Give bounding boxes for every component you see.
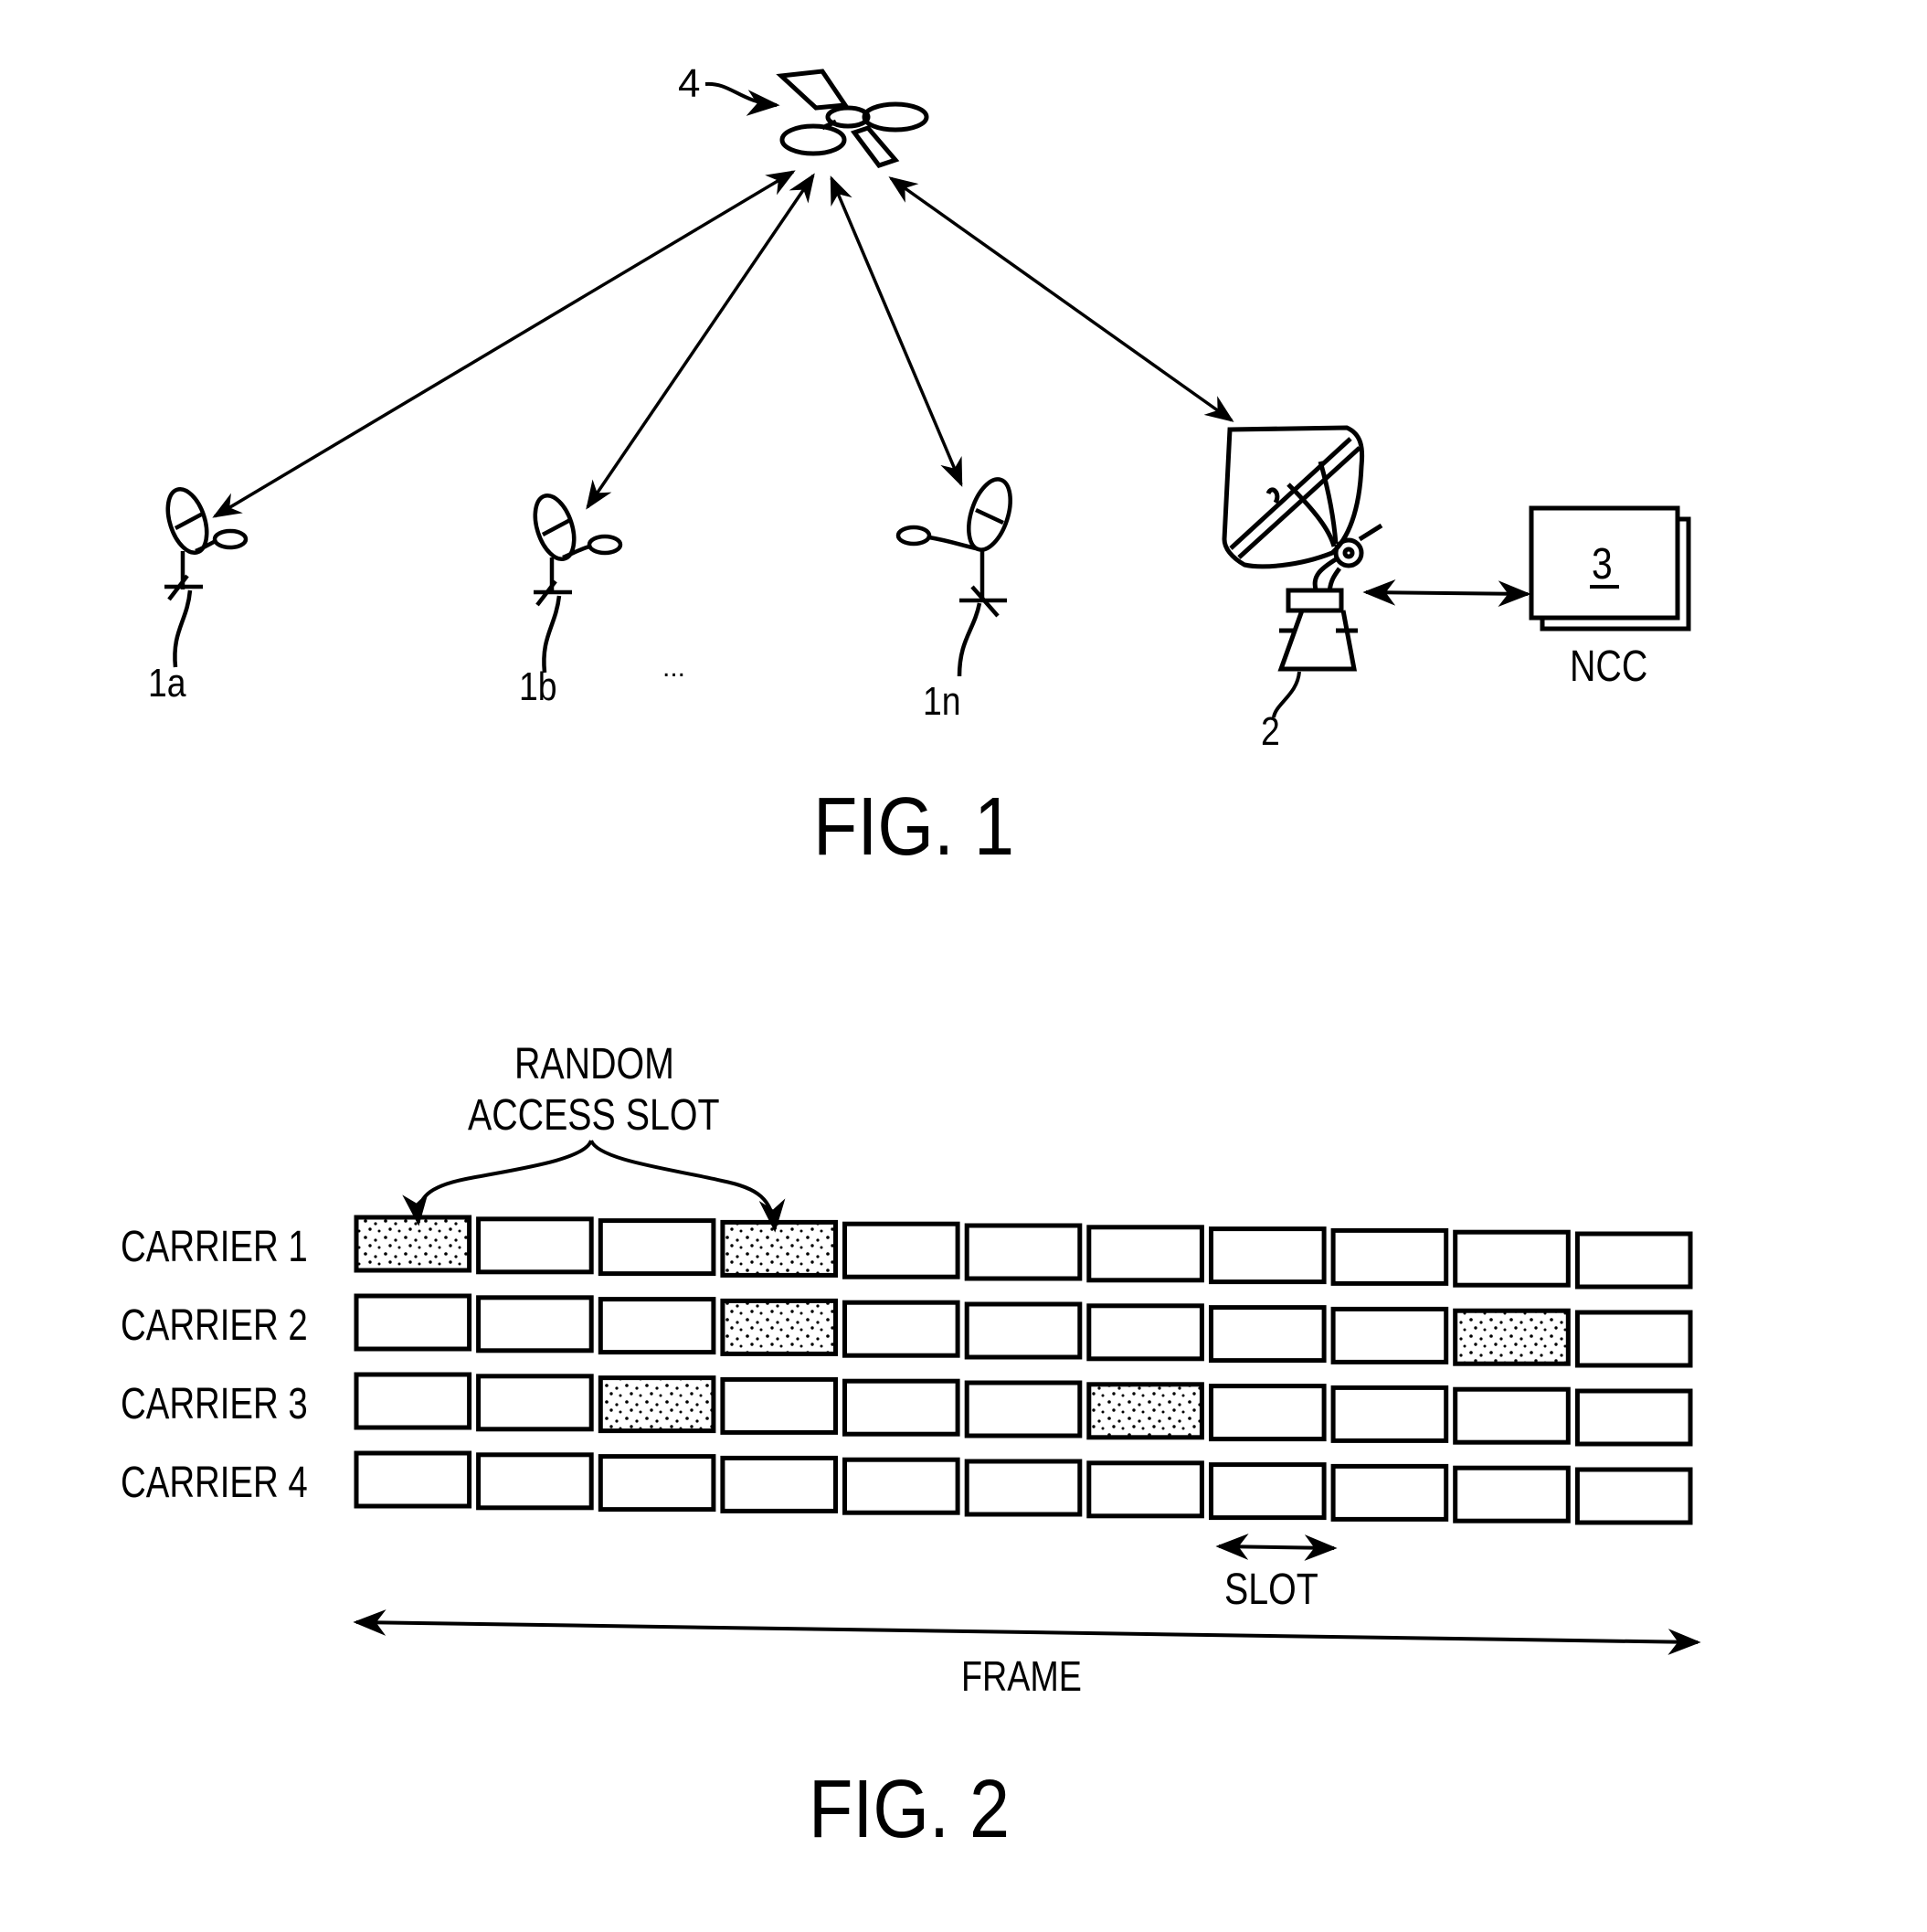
slot [354, 1450, 472, 1509]
slot [598, 1454, 716, 1513]
slot [598, 1218, 716, 1277]
slot [720, 1455, 839, 1513]
slot [842, 1378, 960, 1437]
gateway-ref-label: 2 [1261, 708, 1280, 754]
random-access-slot [354, 1215, 472, 1273]
satellite-icon [776, 69, 929, 168]
slot [1330, 1306, 1449, 1364]
slot [1330, 1385, 1449, 1443]
slot [1574, 1310, 1693, 1368]
callout-line2: ACCESS SLOT [468, 1090, 719, 1140]
slot [354, 1372, 472, 1430]
terminal-1n-label: 1n [923, 678, 961, 724]
link-1n [830, 175, 963, 487]
carrier-labels: CARRIER 1 CARRIER 2 CARRIER 3 CARRIER 4 [121, 1223, 308, 1507]
satellite-ref-label: 4 [678, 61, 700, 106]
carrier-label: CARRIER 2 [121, 1301, 308, 1350]
carrier-label: CARRIER 1 [121, 1223, 308, 1271]
slot [1453, 1386, 1571, 1445]
random-access-slot [598, 1375, 716, 1434]
slot [1209, 1305, 1327, 1364]
patent-figure-sheet: 4 1a 1b ... 1n 2 3 NCC FIG. 1 RANDOM ACC… [121, 61, 1701, 1854]
link-gateway [888, 176, 1234, 422]
slot [964, 1223, 1083, 1281]
ncc-label: NCC [1570, 642, 1647, 691]
gateway-dish-icon [1222, 425, 1383, 672]
slot [1574, 1467, 1693, 1525]
terminals-ellipsis: ... [662, 653, 685, 683]
slot [964, 1380, 1083, 1438]
slot [964, 1301, 1083, 1360]
slot [1574, 1388, 1693, 1447]
terminal-1a-icon [164, 487, 249, 668]
terminal-1a-label: 1a [148, 660, 186, 706]
random-access-slot [1086, 1382, 1204, 1440]
slot [1453, 1465, 1571, 1523]
fig1-network-diagram: 4 1a 1b ... 1n 2 3 NCC FIG. 1 [148, 61, 1691, 872]
slot [1086, 1460, 1204, 1519]
slot [598, 1297, 716, 1355]
gateway-ncc-link [1362, 579, 1531, 608]
slot [842, 1457, 960, 1515]
frame-width-arrow [353, 1609, 1701, 1655]
slot [1086, 1303, 1204, 1362]
fig2-caption: FIG. 2 [809, 1762, 1010, 1854]
slot [720, 1376, 839, 1435]
slot [1574, 1231, 1693, 1290]
callout-brace-left [402, 1140, 593, 1226]
slot [1209, 1226, 1327, 1285]
slot [354, 1293, 472, 1352]
slot [1086, 1225, 1204, 1283]
slot [842, 1221, 960, 1279]
slot [476, 1216, 594, 1275]
random-access-slot [1453, 1308, 1571, 1366]
slot [1330, 1463, 1449, 1522]
callout-brace-right [589, 1139, 786, 1233]
fig1-caption: FIG. 1 [813, 780, 1014, 872]
random-access-slot [720, 1298, 839, 1356]
slot [1453, 1229, 1571, 1288]
slot [842, 1300, 960, 1358]
terminal-1b-icon [533, 494, 623, 674]
slot [1209, 1462, 1327, 1521]
slot [964, 1459, 1083, 1517]
slot [476, 1452, 594, 1511]
slot [1209, 1384, 1327, 1442]
ncc-ref-number: 3 [1592, 540, 1613, 589]
frame-label: FRAME [961, 1652, 1082, 1699]
slot-grid [354, 1215, 1693, 1525]
terminal-1n-icon [895, 477, 1012, 677]
satellite-leader-arrow [704, 81, 780, 116]
link-1a [212, 170, 796, 518]
slot [1330, 1227, 1449, 1286]
random-access-slot [720, 1219, 839, 1278]
terminal-1b-label: 1b [519, 663, 557, 709]
callout-line1: RANDOM [514, 1039, 674, 1088]
slot [476, 1374, 594, 1432]
slot [476, 1295, 594, 1353]
carrier-label: CARRIER 4 [121, 1459, 308, 1507]
fig2-frame-diagram: RANDOM ACCESS SLOT CARRIER 1CARRIER 2CAR… [121, 1039, 1701, 1854]
satellite-links [212, 170, 1234, 518]
slot-label: SLOT [1224, 1565, 1318, 1614]
slot-width-arrow [1215, 1534, 1338, 1561]
carrier-label: CARRIER 3 [121, 1380, 308, 1428]
